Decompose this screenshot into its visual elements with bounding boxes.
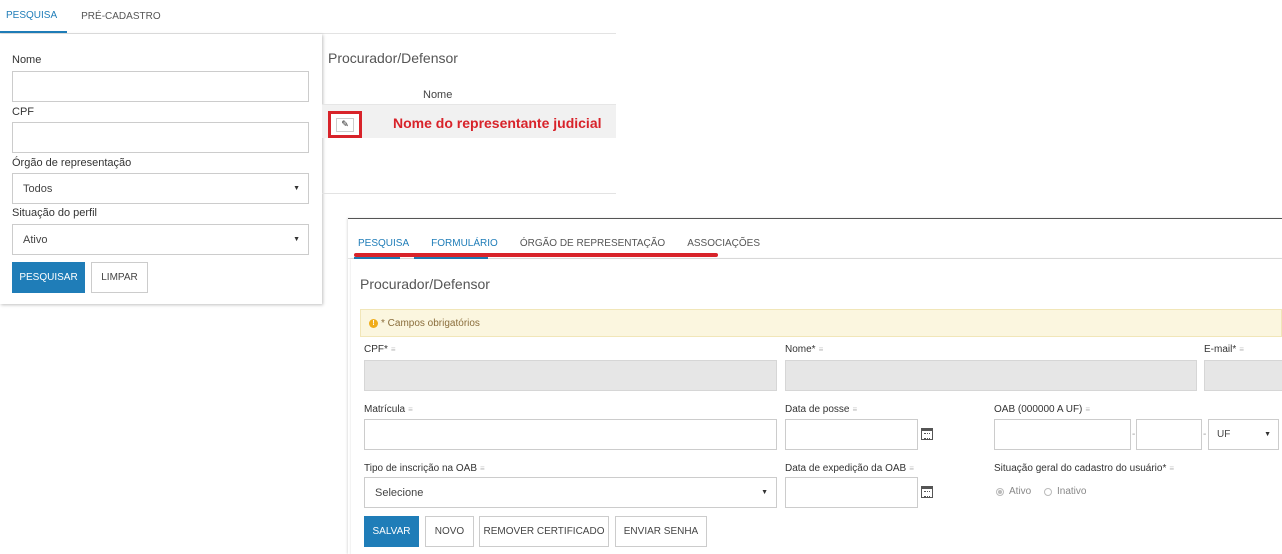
limpar-button[interactable]: LIMPAR: [91, 262, 148, 293]
remover-certificado-button[interactable]: REMOVER CERTIFICADO: [479, 516, 609, 547]
nome-label: Nome: [12, 54, 42, 66]
radio-ativo-label: Ativo: [1009, 486, 1032, 497]
chevron-down-icon: ▼: [761, 489, 768, 496]
info-icon: ≡: [1239, 345, 1244, 354]
orgao-select[interactable]: Todos ▼: [12, 173, 309, 204]
edit-button[interactable]: ✎: [336, 117, 354, 132]
oab-uf-value: UF: [1217, 429, 1231, 440]
info-icon: ≡: [480, 464, 485, 473]
oab-separator: -: [1203, 429, 1207, 440]
info-icon: ≡: [818, 345, 824, 354]
calendar-icon[interactable]: [921, 428, 933, 440]
matricula-input[interactable]: [364, 419, 777, 450]
table-row: ✎ Nome do representante judicial: [322, 104, 616, 138]
orgao-label: Órgão de representação: [12, 157, 132, 169]
tab-pesquisa[interactable]: PESQUISA: [0, 0, 68, 33]
oab-letter-input[interactable]: [1136, 419, 1202, 450]
cpf-label: CPF* ≡: [364, 344, 396, 355]
data-posse-label: Data de posse ≡: [785, 404, 858, 415]
situacao-select[interactable]: Ativo ▼: [12, 224, 309, 255]
form-panel: Procurador/Defensor ! * Campos obrigatór…: [351, 259, 1282, 554]
info-icon: ≡: [408, 405, 413, 414]
matricula-label: Matrícula ≡: [364, 404, 413, 415]
radio-unselected-icon: [1044, 487, 1052, 496]
column-header-nome: Nome: [423, 89, 453, 101]
cpf-label: CPF: [12, 106, 34, 118]
oab-uf-select[interactable]: UF ▼: [1208, 419, 1279, 450]
highlight-underline: [354, 253, 718, 257]
notice-text: * Campos obrigatórios: [381, 317, 480, 329]
situacao-label: Situação do perfil: [12, 207, 97, 219]
tipo-inscricao-label: Tipo de inscrição na OAB ≡: [364, 463, 485, 474]
tipo-inscricao-value: Selecione: [375, 486, 424, 499]
oab-separator: -: [1132, 429, 1136, 440]
form-title: Procurador/Defensor: [360, 276, 490, 292]
info-icon: ≡: [1085, 405, 1091, 414]
pesquisar-button[interactable]: PESQUISAR: [12, 262, 85, 293]
oab-label: OAB (000000 A UF) ≡: [994, 404, 1091, 415]
data-expedicao-label: Data de expedição da OAB ≡: [785, 463, 914, 474]
oab-number-input[interactable]: [994, 419, 1131, 450]
info-icon: ≡: [852, 405, 858, 414]
radio-inativo[interactable]: Inativo: [1044, 486, 1086, 497]
result-title: Procurador/Defensor: [328, 50, 458, 66]
tipo-inscricao-select[interactable]: Selecione ▼: [364, 477, 777, 508]
orgao-select-value: Todos: [23, 182, 53, 195]
info-icon: ≡: [1169, 464, 1175, 473]
pencil-icon: ✎: [341, 119, 349, 129]
edit-highlight-box: ✎: [328, 111, 362, 138]
result-panel: Procurador/Defensor Nome ✎ Nome do repre…: [322, 34, 616, 194]
search-tab-bar: PESQUISA PRÉ-CADASTRO: [0, 0, 616, 34]
data-expedicao-input[interactable]: [785, 477, 918, 508]
info-icon: ≡: [909, 464, 914, 473]
chevron-down-icon: ▼: [293, 236, 300, 243]
salvar-button[interactable]: SALVAR: [364, 516, 419, 547]
calendar-icon[interactable]: [921, 486, 933, 498]
radio-inativo-label: Inativo: [1057, 486, 1087, 497]
nome-field[interactable]: [785, 360, 1197, 391]
situacao-select-value: Ativo: [23, 233, 48, 246]
chevron-down-icon: ▼: [1264, 431, 1271, 438]
situacao-cadastro-label: Situação geral do cadastro do usuário* ≡: [994, 463, 1175, 474]
radio-ativo[interactable]: Ativo: [996, 486, 1031, 497]
cpf-input[interactable]: [12, 122, 309, 153]
chevron-down-icon: ▼: [293, 185, 300, 192]
search-panel: Nome CPF Órgão de representação Todos ▼ …: [0, 34, 322, 304]
representative-name: Nome do representante judicial: [393, 115, 602, 131]
email-field[interactable]: [1204, 360, 1282, 391]
radio-selected-icon: [996, 487, 1004, 496]
enviar-senha-button[interactable]: ENVIAR SENHA: [615, 516, 707, 547]
tab-pre-cadastro[interactable]: PRÉ-CADASTRO: [67, 0, 170, 33]
form-area: PESQUISA FORMULÁRIO ÓRGÃO DE REPRESENTAÇ…: [348, 218, 1282, 554]
nome-input[interactable]: [12, 71, 309, 102]
email-label: E-mail* ≡: [1204, 344, 1244, 355]
required-fields-notice: ! * Campos obrigatórios: [360, 309, 1282, 337]
data-posse-input[interactable]: [785, 419, 918, 450]
cpf-field[interactable]: [364, 360, 777, 391]
novo-button[interactable]: NOVO: [425, 516, 474, 547]
nome-label: Nome* ≡: [785, 344, 824, 355]
warning-icon: !: [369, 318, 378, 328]
info-icon: ≡: [390, 345, 396, 354]
